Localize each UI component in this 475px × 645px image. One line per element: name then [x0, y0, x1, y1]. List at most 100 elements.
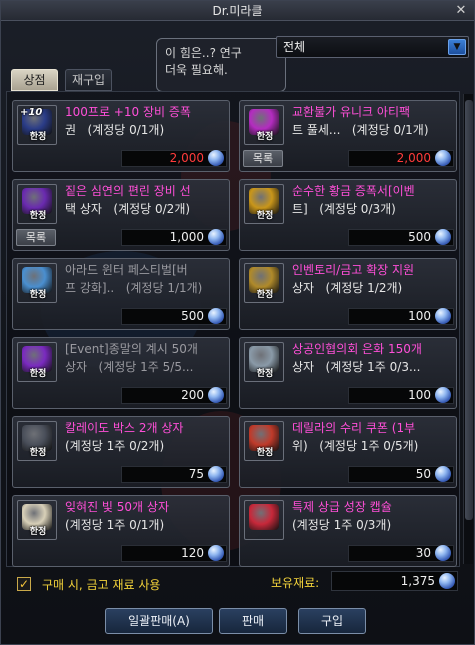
price-box: 1,000: [121, 229, 227, 246]
item-icon[interactable]: 한정: [17, 184, 57, 224]
item-name-line-2: 택 상자 (계정당 0/2개): [65, 200, 227, 218]
item-icon[interactable]: 한정: [17, 342, 57, 382]
price-box: 2,000: [121, 150, 227, 167]
price-box: 30: [348, 545, 454, 562]
item-name-line: 칼레이도 박스 2개 상자: [65, 421, 184, 435]
item-name-line-2: 상자 (계정당 1주 0/3...: [292, 358, 454, 376]
shop-item[interactable]: 한정 잊혀진 빛 50개 상자 (계정당 1주 0/1개) 120: [12, 495, 230, 567]
shop-item[interactable]: 한정 상공인협의회 은화 150개 상자 (계정당 1주 0/3... 100: [239, 337, 457, 409]
close-icon[interactable]: ✕: [452, 2, 470, 19]
shop-window: Dr.미라클 ✕ 이 힘은..? 연구 더욱 필요해. 전체 ▼ 상점 재구입 …: [0, 0, 475, 645]
item-icon[interactable]: 한정: [244, 342, 284, 382]
item-name: 칼레이도 박스 2개 상자 (계정당 1주 0/2개): [65, 419, 227, 459]
material-coin-icon: [439, 573, 455, 589]
item-name: 짙은 심연의 편린 장비 선택 상자 (계정당 0/2개): [65, 182, 227, 222]
shop-item[interactable]: +10 한정 100프로 +10 장비 증폭 권 (계정당 0/1개) 2,000: [12, 100, 230, 172]
list-button[interactable]: 목록: [243, 150, 283, 167]
list-button[interactable]: 목록: [16, 229, 56, 246]
item-icon[interactable]: +10 한정: [17, 105, 57, 145]
account-limit: (계정당 1/1개): [125, 281, 203, 295]
item-price: 100: [408, 309, 431, 323]
item-price: 2,000: [169, 151, 204, 165]
account-limit: (계정당 0/2개): [113, 202, 191, 216]
item-name-rest: 위): [292, 439, 308, 453]
item-icon[interactable]: [244, 500, 284, 540]
item-name: 상공인협의회 은화 150개상자 (계정당 1주 0/3...: [292, 340, 454, 380]
item-icon[interactable]: 한정: [244, 421, 284, 461]
item-name-line-2: 트] (계정당 0/3개): [292, 200, 454, 218]
limited-badge: 한정: [29, 290, 47, 300]
item-price: 500: [181, 309, 204, 323]
chevron-down-icon[interactable]: ▼: [448, 39, 466, 55]
item-name-rest: 상자: [65, 360, 88, 374]
item-icon[interactable]: 한정: [244, 263, 284, 303]
material-coin-icon: [208, 545, 224, 561]
item-name-line-2: (계정당 1주 0/1개): [65, 516, 227, 534]
item-name-rest: 상자: [292, 360, 315, 374]
item-price: 1,000: [169, 230, 204, 244]
item-name: 순수한 황금 증폭서[이벤트] (계정당 0/3개): [292, 182, 454, 222]
window-title: Dr.미라클: [1, 1, 474, 21]
item-name-line-2: 위) (계정당 1주 0/5개): [292, 437, 454, 455]
material-coin-icon: [435, 466, 451, 482]
account-limit: (계정당 1주 0/2개): [65, 439, 165, 453]
bulk-sell-button[interactable]: 일괄판매(A): [105, 608, 213, 634]
material-coin-icon: [208, 387, 224, 403]
scrollbar[interactable]: [463, 94, 473, 564]
tab-shop[interactable]: 상점: [11, 69, 58, 91]
item-name-rest: 상자: [292, 281, 315, 295]
shop-item[interactable]: 특제 상급 성장 캡슐 (계정당 1주 0/3개) 30: [239, 495, 457, 567]
shop-item[interactable]: 한정 아라드 윈터 페스티벌[버프 강화].. (계정당 1/1개) 500: [12, 258, 230, 330]
limited-badge: 한정: [29, 448, 47, 458]
sell-button[interactable]: 판매: [219, 608, 287, 634]
account-limit: (계정당 1주 0/3개): [292, 518, 392, 532]
item-price: 120: [181, 546, 204, 560]
item-price: 30: [415, 546, 431, 560]
item-icon[interactable]: 한정: [244, 105, 284, 145]
tab-rebuy[interactable]: 재구입: [65, 69, 112, 91]
limited-badge: 한정: [29, 527, 47, 537]
item-name-line-2: 권 (계정당 0/1개): [65, 121, 227, 139]
material-coin-icon: [435, 229, 451, 245]
item-name-line: 순수한 황금 증폭서[이벤: [292, 184, 415, 198]
checkbox[interactable]: ✓: [17, 577, 31, 591]
shop-item[interactable]: 한정 인벤토리/금고 확장 지원 상자 (계정당 1/2개) 100: [239, 258, 457, 330]
shop-item[interactable]: 한정 데릴라의 수리 쿠폰 (1부 위) (계정당 1주 0/5개) 50: [239, 416, 457, 488]
item-name-line: 특제 상급 성장 캡슐: [292, 500, 392, 514]
account-limit: (계정당 1/2개): [325, 281, 403, 295]
item-name-line: 아라드 윈터 페스티벌[버: [65, 263, 188, 277]
holdings-value: 1,375: [331, 571, 458, 591]
item-price: 50: [415, 467, 431, 481]
item-name-line: 상공인협의회 은화 150개: [292, 342, 422, 356]
limited-badge: 한정: [256, 290, 274, 300]
item-icon[interactable]: 한정: [17, 500, 57, 540]
shop-item[interactable]: 한정 칼레이도 박스 2개 상자 (계정당 1주 0/2개) 75: [12, 416, 230, 488]
item-name-line: 교환불가 유니크 아티팩: [292, 105, 411, 119]
shop-item[interactable]: 한정 순수한 황금 증폭서[이벤 트] (계정당 0/3개) 500: [239, 179, 457, 251]
item-price: 2,000: [396, 151, 431, 165]
shop-item[interactable]: 한정 교환불가 유니크 아티팩 트 풀세... (계정당 0/1개) 목록 2,000: [239, 100, 457, 172]
item-name: 데릴라의 수리 쿠폰 (1부 위) (계정당 1주 0/5개): [292, 419, 454, 459]
price-box: 200: [121, 387, 227, 404]
shop-item[interactable]: 한정 [Event]종말의 계시 50개 상자 (계정당 1주 5/5... 200: [12, 337, 230, 409]
account-limit: (계정당 0/1개): [87, 123, 165, 137]
item-name-line-2: 상자 (계정당 1/2개): [292, 279, 454, 297]
item-icon[interactable]: 한정: [17, 421, 57, 461]
material-coin-icon: [208, 308, 224, 324]
scroll-thumb[interactable]: [465, 100, 473, 520]
category-filter-select[interactable]: 전체 ▼: [276, 36, 469, 58]
item-icon[interactable]: 한정: [17, 263, 57, 303]
material-coin-icon: [435, 150, 451, 166]
item-name: [Event]종말의 계시 50개 상자 (계정당 1주 5/5...: [65, 340, 227, 380]
item-name-rest: 프 강화]..: [65, 281, 115, 295]
price-box: 2,000: [348, 150, 454, 167]
account-limit: (계정당 0/3개): [319, 202, 396, 216]
item-name-line: 짙은 심연의 편린 장비 선: [65, 184, 191, 198]
item-name-line: 잊혀진 빛 50개 상자: [65, 500, 169, 514]
shop-item[interactable]: 한정 짙은 심연의 편린 장비 선택 상자 (계정당 0/2개) 목록 1,000: [12, 179, 230, 251]
item-name-rest: 택 상자: [65, 202, 102, 216]
limited-badge: 한정: [29, 132, 47, 142]
buy-button[interactable]: 구입: [298, 608, 366, 634]
item-name-line: [Event]종말의 계시 50개: [65, 342, 198, 356]
item-icon[interactable]: 한정: [244, 184, 284, 224]
